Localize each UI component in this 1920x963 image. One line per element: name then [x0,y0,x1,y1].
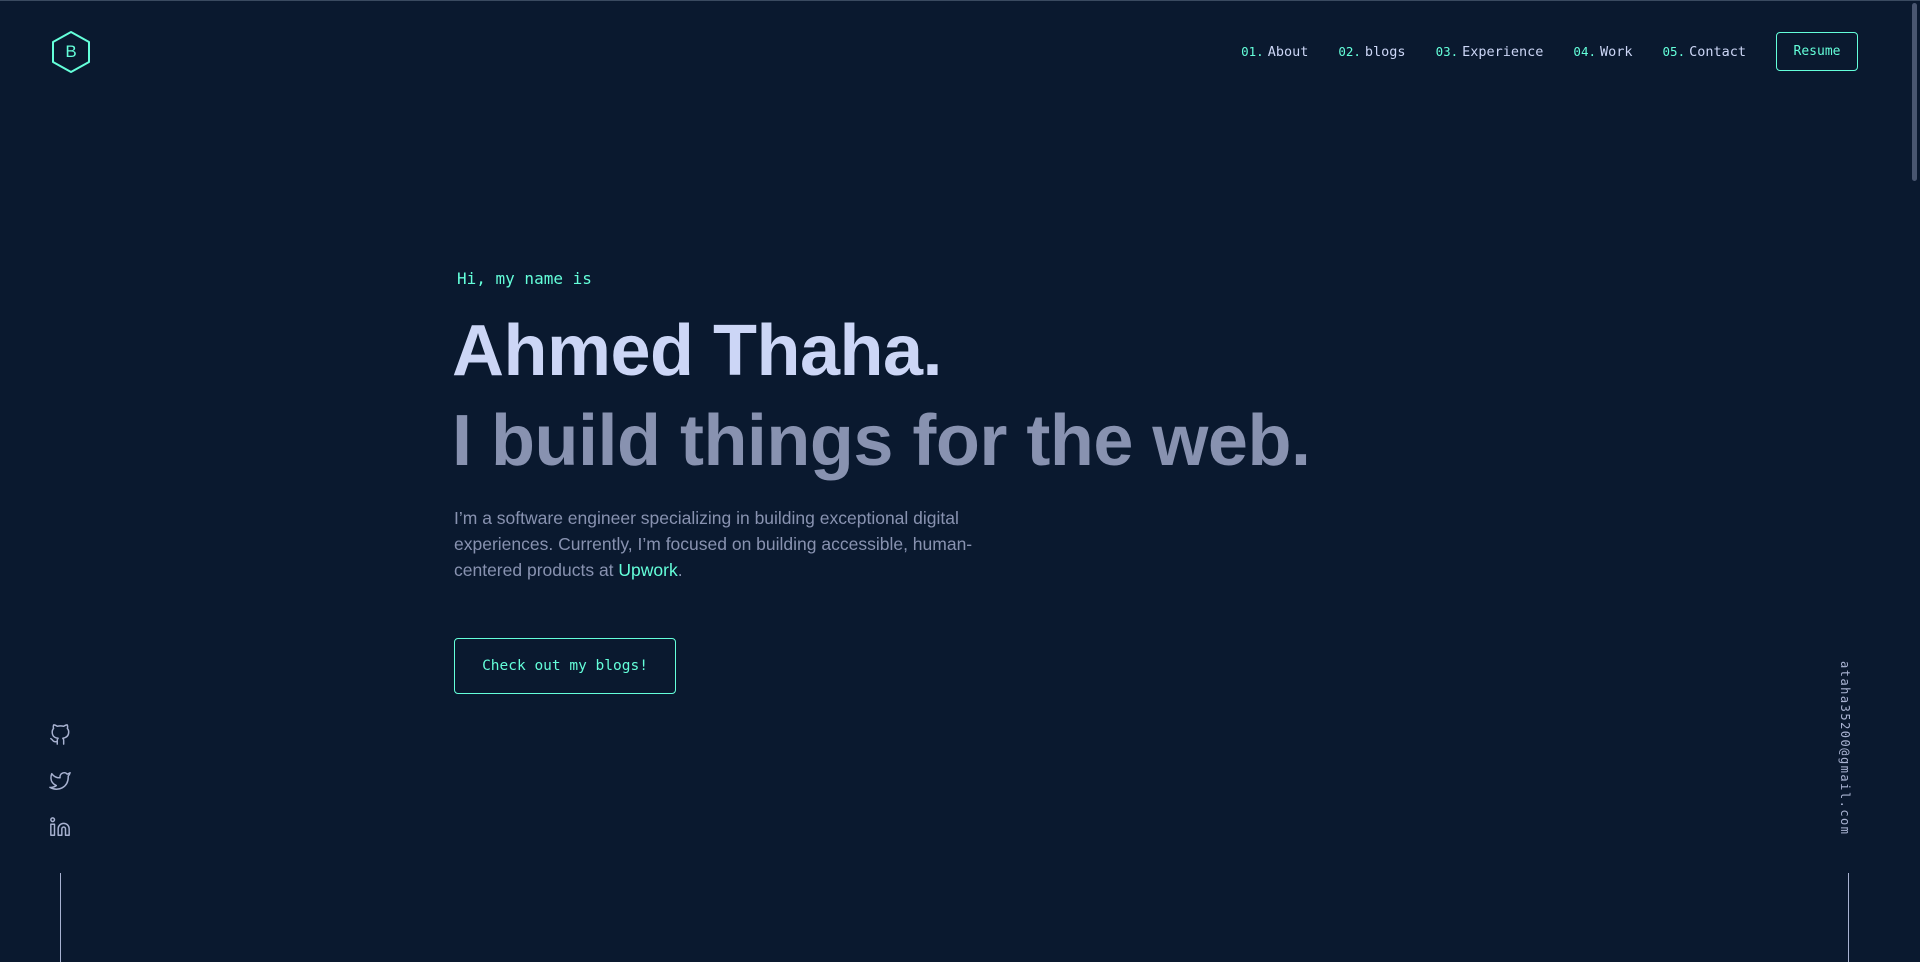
scrollbar[interactable] [1908,1,1920,963]
nav-label: Work [1600,43,1633,60]
main-nav: 01. About 02. blogs 03. Experience 04. W… [1211,32,1858,71]
nav-item-experience[interactable]: 03. Experience [1436,44,1544,60]
scrollbar-thumb[interactable] [1912,3,1917,181]
logo-letter: B [65,42,77,61]
right-rail-line [1848,873,1849,963]
nav-number: 03. [1435,44,1459,59]
hero-intro: Hi, my name is [457,269,592,288]
logo[interactable]: B [51,30,91,74]
twitter-link[interactable] [49,770,71,792]
bio-end: . [677,560,683,580]
nav-item-work[interactable]: 04. Work [1573,44,1632,60]
bio-text: I’m a software engineer specializing in … [454,508,973,580]
linkedin-icon [50,817,70,836]
nav-item-blogs[interactable]: 02. blogs [1338,44,1405,60]
nav-number: 01. [1241,44,1264,59]
hero-tagline: I build things for the web. [452,401,1311,481]
nav-label: Experience [1462,43,1544,60]
github-icon [50,724,70,745]
nav-number: 05. [1662,44,1686,59]
left-rail-line [60,873,61,963]
nav-number: 04. [1573,44,1596,59]
portfolio-page: B 01. About 02. blogs 03. Experience 04.… [0,0,1920,963]
linkedin-link[interactable] [49,816,71,838]
nav-label: blogs [1364,43,1406,60]
nav-label: About [1267,43,1309,60]
github-link[interactable] [49,724,71,746]
email-link[interactable]: ataha35200@gmail.com [1838,661,1852,836]
upwork-link[interactable]: Upwork [618,560,677,580]
nav-number: 02. [1338,44,1361,59]
check-out-blogs-button[interactable]: Check out my blogs! [454,638,676,694]
nav-item-contact[interactable]: 05. Contact [1663,44,1746,60]
resume-button[interactable]: Resume [1776,32,1858,71]
nav-label: Contact [1689,43,1746,60]
hero-name: Ahmed Thaha. [452,311,943,391]
nav-item-about[interactable]: 01. About [1241,44,1308,60]
social-links [49,724,71,862]
twitter-icon [49,772,71,790]
hero-bio: I’m a software engineer specializing in … [454,505,994,583]
email-rail: ataha35200@gmail.com [1830,661,1860,861]
